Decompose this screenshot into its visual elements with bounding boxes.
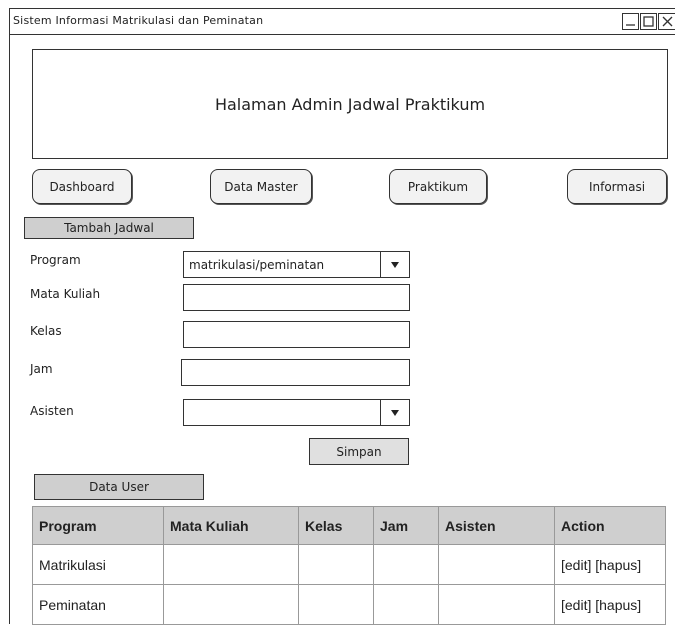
kelas-label: Kelas bbox=[30, 324, 62, 338]
table-cell: Matrikulasi bbox=[32, 544, 164, 585]
table-cell bbox=[373, 584, 439, 625]
table-cell bbox=[298, 544, 374, 585]
chevron-down-icon bbox=[391, 261, 399, 268]
data-user-table: Program Mata Kuliah Kelas Jam Asisten Ac… bbox=[32, 506, 666, 625]
titlebar-divider bbox=[9, 34, 675, 35]
minimize-icon bbox=[626, 24, 635, 26]
jam-label: Jam bbox=[30, 362, 53, 376]
table-header-row: Program Mata Kuliah Kelas Jam Asisten Ac… bbox=[32, 506, 666, 545]
table-row: Matrikulasi [edit] [hapus] bbox=[32, 544, 666, 585]
column-header: Action bbox=[554, 506, 666, 545]
nav-praktikum-button[interactable]: Praktikum bbox=[389, 169, 487, 204]
column-header: Kelas bbox=[298, 506, 374, 545]
table-cell bbox=[373, 544, 439, 585]
column-header: Program bbox=[32, 506, 164, 545]
page-title: Halaman Admin Jadwal Praktikum bbox=[214, 94, 486, 114]
row-actions[interactable]: [edit] [hapus] bbox=[554, 544, 666, 585]
nav-informasi-button[interactable]: Informasi bbox=[567, 169, 667, 204]
tambah-jadwal-tab: Tambah Jadwal bbox=[24, 217, 194, 239]
program-select-value: matrikulasi/peminatan bbox=[189, 257, 325, 272]
program-select[interactable]: matrikulasi/peminatan bbox=[183, 251, 410, 278]
maximize-button[interactable] bbox=[640, 13, 657, 30]
asisten-dropdown-button[interactable] bbox=[380, 400, 409, 425]
data-user-tab: Data User bbox=[34, 474, 204, 500]
table-cell: Peminatan bbox=[32, 584, 164, 625]
table-cell bbox=[298, 584, 374, 625]
maximize-icon bbox=[643, 16, 654, 27]
asisten-select[interactable] bbox=[183, 399, 410, 426]
table-cell bbox=[438, 544, 555, 585]
row-actions[interactable]: [edit] [hapus] bbox=[554, 584, 666, 625]
table-cell bbox=[438, 584, 555, 625]
minimize-button[interactable] bbox=[622, 13, 639, 30]
close-button[interactable] bbox=[658, 13, 675, 30]
column-header: Jam bbox=[373, 506, 439, 545]
asisten-label: Asisten bbox=[30, 404, 74, 418]
table-cell bbox=[163, 584, 299, 625]
mata-kuliah-input[interactable] bbox=[183, 284, 410, 311]
program-dropdown-button[interactable] bbox=[380, 252, 409, 277]
kelas-input[interactable] bbox=[183, 321, 410, 348]
table-cell bbox=[163, 544, 299, 585]
mata-kuliah-label: Mata Kuliah bbox=[30, 287, 101, 301]
nav-data-master-button[interactable]: Data Master bbox=[210, 169, 312, 204]
save-button[interactable]: Simpan bbox=[309, 438, 409, 465]
window-title: Sistem Informasi Matrikulasi dan Peminat… bbox=[13, 14, 264, 27]
page-header: Halaman Admin Jadwal Praktikum bbox=[32, 49, 668, 159]
program-label: Program bbox=[30, 253, 81, 267]
chevron-down-icon bbox=[391, 409, 399, 416]
jam-input[interactable] bbox=[181, 359, 410, 386]
close-icon bbox=[662, 16, 672, 27]
table-row: Peminatan [edit] [hapus] bbox=[32, 584, 666, 625]
column-header: Mata Kuliah bbox=[163, 506, 299, 545]
nav-dashboard-button[interactable]: Dashboard bbox=[32, 169, 132, 204]
column-header: Asisten bbox=[438, 506, 555, 545]
